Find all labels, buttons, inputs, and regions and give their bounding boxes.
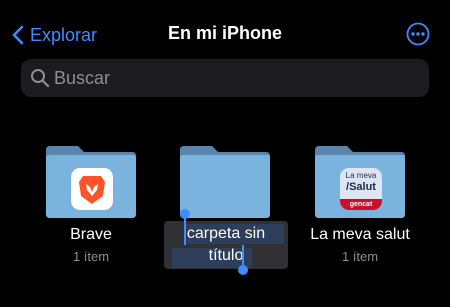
app-icon-text: La meva — [345, 171, 377, 180]
folder-brave[interactable] — [46, 146, 136, 218]
search-icon — [31, 69, 50, 88]
folder-name-line-1: carpeta sin — [186, 225, 266, 242]
brave-lion-icon — [71, 168, 113, 210]
folder-name: La meva salut — [310, 226, 410, 243]
search-bar[interactable] — [21, 59, 429, 97]
folder-item-count: 1 ítem — [341, 249, 379, 264]
folder-la-meva-salut[interactable]: La meva /Salut gencat — [315, 146, 405, 218]
search-input[interactable] — [54, 67, 414, 89]
folder-name-field[interactable]: carpeta sin título — [164, 209, 288, 275]
app-icon-text: /Salut — [346, 181, 376, 193]
folder-name: Brave — [70, 226, 112, 243]
folder-name-line-2: título — [208, 247, 244, 264]
folder-new[interactable] — [180, 146, 270, 218]
ellipsis-circle-icon[interactable] — [406, 22, 430, 46]
navigation-bar: Explorar En mi iPhone — [0, 0, 450, 56]
app-icon-badge: gencat — [340, 199, 382, 210]
la-meva-salut-icon: La meva /Salut gencat — [340, 168, 382, 210]
selection-start-handle[interactable] — [180, 209, 190, 245]
folder-item-count: 1 ítem — [72, 249, 110, 264]
folder-icon — [180, 146, 270, 218]
page-title: En mi iPhone — [167, 23, 282, 43]
selection-end-handle[interactable] — [238, 245, 248, 275]
